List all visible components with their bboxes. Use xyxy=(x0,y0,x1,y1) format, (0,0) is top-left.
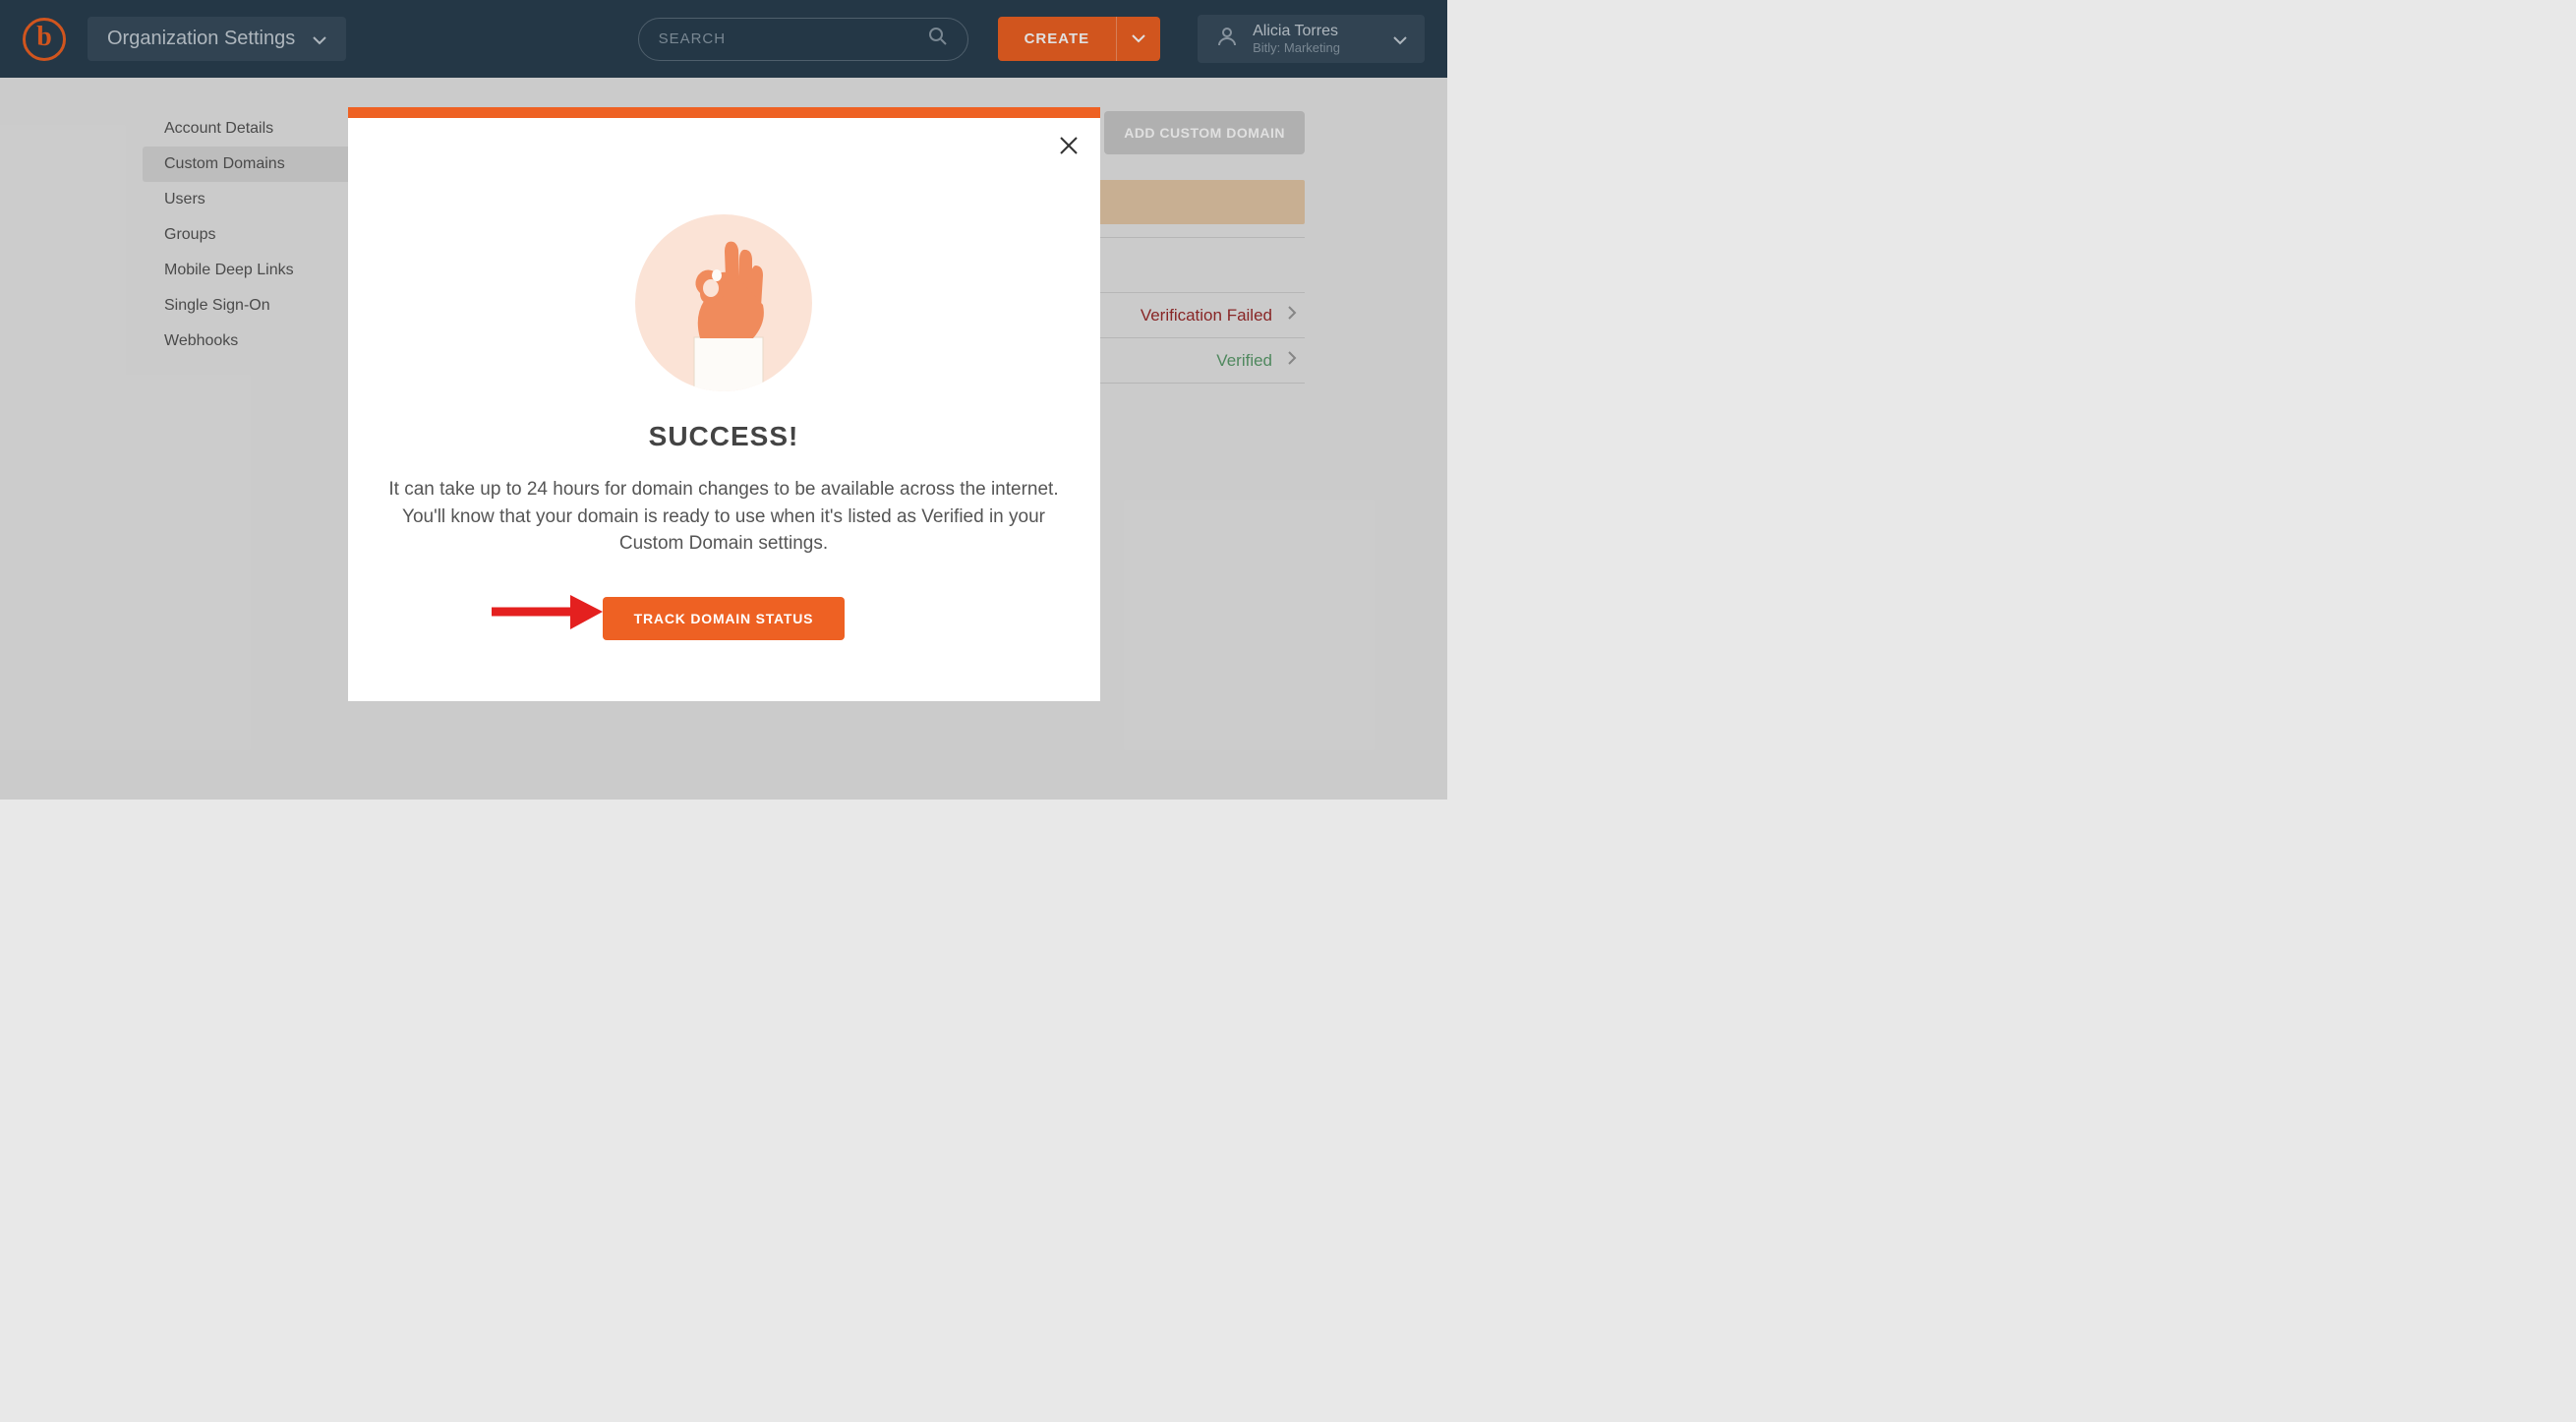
track-domain-status-button[interactable]: TRACK DOMAIN STATUS xyxy=(603,597,846,640)
ok-hand-illustration xyxy=(635,214,812,391)
modal-title: SUCCESS! xyxy=(380,421,1069,452)
success-modal: SUCCESS! It can take up to 24 hours for … xyxy=(348,107,1100,701)
modal-body-text: It can take up to 24 hours for domain ch… xyxy=(380,476,1068,558)
close-icon[interactable] xyxy=(1059,136,1079,160)
modal-overlay[interactable]: SUCCESS! It can take up to 24 hours for … xyxy=(0,0,1447,800)
